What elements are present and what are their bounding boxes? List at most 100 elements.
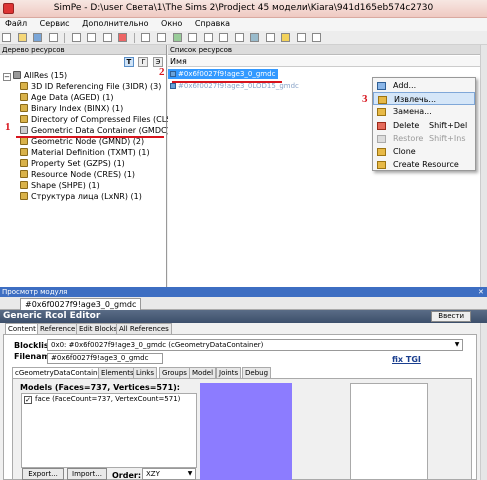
tree-item-gmdc[interactable]: Geometric Data Container (GMDC) (2) (20, 126, 184, 136)
tree-item-shpe[interactable]: Shape (SHPE) (1) (20, 181, 100, 191)
tab-edit-blocks[interactable]: Edit Blocks (76, 323, 121, 334)
delete-icon[interactable] (118, 33, 128, 42)
save-icon[interactable] (33, 33, 43, 42)
tree-item-3idr[interactable]: 3D ID Referencing File (3IDR) (3) (20, 82, 161, 92)
cut-icon[interactable] (71, 33, 81, 42)
wizard-icon[interactable] (188, 33, 198, 42)
resource-icon (20, 104, 28, 112)
copy-icon[interactable] (87, 33, 97, 42)
menu-service[interactable]: Сервис (35, 18, 75, 28)
resource-icon (170, 83, 176, 89)
chevron-down-icon: ▼ (187, 470, 193, 477)
tree-item-binx[interactable]: Binary Index (BINX) (1) (20, 104, 123, 114)
annotation-2: 2 (159, 66, 165, 78)
lock-icon[interactable] (265, 33, 275, 42)
menu-window[interactable]: Окно (156, 18, 187, 28)
subtab-joints[interactable]: Joints (216, 367, 242, 378)
eraser-icon[interactable] (312, 33, 322, 42)
tool-icon[interactable] (219, 33, 229, 42)
resource-list-header: Список ресурсов (168, 45, 487, 55)
list-item-gmdc[interactable]: #0x6f0027f9!age3_0_gmdc (168, 69, 278, 79)
tree-item-aged[interactable]: Age Data (AGED) (1) (20, 93, 114, 103)
editor-body: Content Reference Edit Blocks All Refere… (0, 323, 480, 480)
subtab-debug[interactable]: Debug (242, 367, 272, 378)
hash-icon[interactable] (157, 33, 167, 42)
chevron-down-icon: ▼ (454, 341, 460, 348)
annotation-3: 3 (362, 93, 368, 105)
tree-item-lxnr[interactable]: Структура лица (LxNR) (1) (20, 192, 142, 202)
check-icon[interactable] (203, 33, 213, 42)
models-list[interactable]: ✓ face (FaceCount=737, VertexCount=571) (21, 393, 197, 468)
user-icon[interactable] (250, 33, 260, 42)
toolbar-separator (133, 33, 135, 43)
menu-item-create-resource[interactable]: Create Resource (373, 158, 475, 171)
tab-reference[interactable]: Reference (37, 323, 79, 334)
model-item[interactable]: face (FaceCount=737, VertexCount=571) (35, 395, 180, 403)
tree-view-type-button[interactable]: T (123, 57, 134, 67)
toolbar (0, 31, 487, 45)
annotation-underline-2 (172, 81, 282, 83)
subtab-elements[interactable]: Elements (98, 367, 137, 378)
tree-item-txmt[interactable]: Material Definition (TXMT) (1) (20, 148, 150, 158)
menu-item-clone[interactable]: Clone (373, 145, 475, 158)
blocklist-select[interactable]: 0x0: #0x6f0027f9!age3_0_gmdc (cGeometryD… (47, 339, 463, 351)
editor-scrollbar[interactable] (480, 323, 487, 480)
save-as-icon[interactable] (48, 33, 58, 42)
preview-tab[interactable]: #0x6f0027f9!age3_0_gmdc (20, 298, 142, 310)
search-icon[interactable] (141, 33, 151, 42)
tree-item-gzps[interactable]: Property Set (GZPS) (1) (20, 159, 125, 169)
title-bar: SimPe - D:\user Света\1\The Sims 2\Prodj… (0, 0, 487, 18)
delete-icon (377, 122, 386, 130)
tree-item-cres[interactable]: Resource Node (CRES) (1) (20, 170, 135, 180)
subtab-groups[interactable]: Groups (159, 367, 190, 378)
collapse-icon[interactable]: − (3, 73, 11, 81)
replace-icon (377, 108, 386, 116)
close-icon[interactable]: ✕ (478, 288, 486, 296)
menu-item-restore[interactable]: Restore Shift+Ins (373, 132, 475, 145)
order-label: Order: (112, 471, 142, 480)
tree-root[interactable]: − AllRes (15) (3, 71, 67, 81)
toolbar-separator (64, 33, 66, 43)
tab-content[interactable]: Content (5, 323, 39, 334)
tab-all-references[interactable]: All References (116, 323, 172, 334)
menu-item-extract[interactable]: Извлечь... (373, 92, 475, 105)
context-menu: Add... Извлечь... Замена... Delete Shift+… (372, 77, 476, 171)
image-icon[interactable] (172, 33, 182, 42)
preview-tab-strip: #0x6f0027f9!age3_0_gmdc (0, 297, 487, 310)
import-button[interactable]: Import... (67, 468, 107, 480)
star-icon[interactable] (281, 33, 291, 42)
filename-field[interactable]: #0x6f0027f9!age3_0_gmdc (47, 353, 163, 364)
tree-toolbar: T Г Э (122, 57, 163, 67)
menu-file[interactable]: Файл (0, 18, 32, 28)
annotation-1: 1 (5, 121, 11, 133)
new-icon[interactable] (2, 33, 11, 42)
open-icon[interactable] (17, 33, 27, 42)
menu-item-delete[interactable]: Delete Shift+Del (373, 119, 475, 132)
tree-view-group-button[interactable]: Г (138, 57, 149, 67)
menu-help[interactable]: Справка (190, 18, 235, 28)
export-button[interactable]: Export... (22, 468, 64, 480)
paste-icon[interactable] (102, 33, 112, 42)
menu-item-add[interactable]: Add... (373, 79, 475, 92)
refresh-icon[interactable] (234, 33, 244, 42)
tree-item-gmnd[interactable]: Geometric Node (GMND) (2) (20, 137, 144, 147)
list-scrollbar[interactable] (480, 45, 487, 287)
column-header-name[interactable]: Имя (168, 56, 487, 67)
delete-shortcut: Shift+Del (429, 121, 468, 130)
menu-bar: Файл Сервис Дополнительно Окно Справка (0, 18, 487, 31)
subtab-cgeometrydatacontainer[interactable]: cGeometryDataContainer (12, 367, 108, 378)
model-checkbox[interactable]: ✓ (24, 396, 32, 404)
restore-icon (377, 135, 386, 143)
model-properties-panel (350, 383, 428, 480)
order-select[interactable]: XZY ▼ (142, 468, 196, 480)
fix-tgi-link[interactable]: fix TGI (392, 355, 421, 364)
model-preview-viewport[interactable] (200, 383, 292, 480)
blocklist-label: Blocklis (14, 341, 49, 350)
commit-button[interactable]: Ввести (431, 311, 471, 322)
resource-tree-header: Дерево ресурсов (0, 45, 166, 55)
menu-item-replace[interactable]: Замена... (373, 105, 475, 118)
subtab-links[interactable]: Links (133, 367, 157, 378)
menu-extra[interactable]: Дополнительно (77, 18, 153, 28)
gear-icon[interactable] (296, 33, 306, 42)
subtab-model[interactable]: Model (189, 367, 217, 378)
